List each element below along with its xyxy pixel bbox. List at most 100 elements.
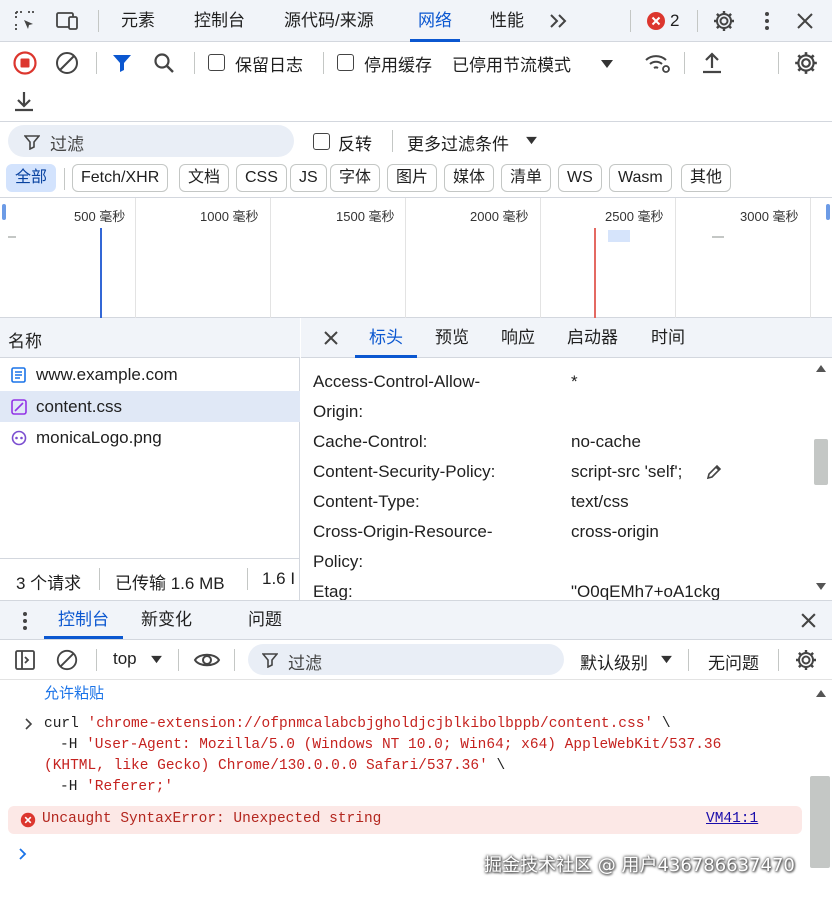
export-har-icon[interactable]: [12, 88, 36, 119]
timeline-gridline: [810, 198, 811, 318]
close-devtools-icon[interactable]: [792, 8, 818, 34]
scroll-up-icon[interactable]: [816, 365, 826, 372]
scrollbar-thumb[interactable]: [814, 439, 828, 485]
error-count[interactable]: 2: [670, 0, 679, 42]
network-conditions-icon[interactable]: [644, 51, 672, 80]
tab-response[interactable]: 响应: [501, 318, 535, 358]
dropdown-arrow-icon[interactable]: [150, 655, 163, 664]
tab-console[interactable]: 控制台: [194, 0, 245, 42]
type-filter-media[interactable]: 媒体: [444, 164, 495, 192]
scrollbar-thumb[interactable]: [810, 776, 830, 868]
console-filter-input[interactable]: 过滤: [248, 644, 564, 675]
tab-headers[interactable]: 标头: [355, 318, 417, 358]
stop-recording-icon[interactable]: [12, 50, 38, 81]
scroll-up-icon[interactable]: [816, 690, 826, 697]
error-source-link[interactable]: VM41:1: [706, 811, 758, 827]
timeline-gridline: [270, 198, 271, 318]
resource-size: 1.6 I: [262, 569, 296, 588]
more-options-icon[interactable]: [754, 8, 780, 34]
console-filter-placeholder: 过滤: [288, 654, 322, 673]
timeline-left-handle[interactable]: [2, 204, 6, 220]
search-icon[interactable]: [152, 51, 176, 80]
request-row[interactable]: monicaLogo.png: [0, 422, 300, 453]
name-column-header[interactable]: 名称: [8, 327, 42, 352]
dropdown-arrow-icon[interactable]: [525, 136, 538, 145]
network-timeline-overview[interactable]: 500 毫秒 1000 毫秒 1500 毫秒 2000 毫秒 2500 毫秒 3…: [0, 198, 832, 318]
type-filter-img[interactable]: 图片: [387, 164, 438, 192]
edit-pencil-icon[interactable]: [705, 463, 723, 481]
device-toolbar-icon[interactable]: [54, 8, 80, 34]
divider: [323, 52, 324, 74]
tab-timing[interactable]: 时间: [651, 318, 685, 358]
clear-console-icon[interactable]: [55, 648, 79, 672]
console-settings-icon[interactable]: [794, 648, 818, 672]
details-scrollbar[interactable]: [808, 359, 832, 600]
watermark-text: 掘金技术社区 @ 用户436786637470: [484, 855, 795, 876]
header-value: text/css: [571, 492, 629, 511]
issues-counter[interactable]: 无问题: [708, 649, 759, 674]
timeline-right-handle[interactable]: [826, 204, 830, 220]
type-filter-doc[interactable]: 文档: [179, 164, 230, 192]
divider: [688, 649, 689, 671]
more-tabs-icon[interactable]: [546, 8, 572, 34]
console-output: 允许粘贴 curl 'chrome-extension://ofpnmcalab…: [0, 680, 832, 898]
header-key: Policy:: [313, 552, 364, 571]
log-level-dropdown[interactable]: 默认级别: [580, 649, 648, 674]
close-drawer-icon[interactable]: [800, 612, 817, 629]
divider: [392, 130, 393, 152]
console-scrollbar[interactable]: [808, 680, 832, 898]
expand-chevron-icon[interactable]: [24, 718, 34, 730]
tab-elements[interactable]: 元素: [121, 0, 155, 42]
request-row[interactable]: www.example.com: [0, 359, 300, 390]
type-filter-ws[interactable]: WS: [558, 164, 602, 192]
invert-checkbox[interactable]: [313, 133, 330, 150]
request-row-selected[interactable]: content.css: [0, 391, 300, 422]
type-filter-js[interactable]: JS: [290, 164, 327, 192]
filter-input[interactable]: 过滤: [8, 125, 294, 157]
type-filter-fetch-xhr[interactable]: Fetch/XHR: [72, 164, 169, 192]
close-details-icon[interactable]: [323, 330, 339, 346]
type-filter-css[interactable]: CSS: [236, 164, 287, 192]
drawer-tab-issues[interactable]: 问题: [248, 601, 282, 639]
dropdown-arrow-icon[interactable]: [600, 56, 614, 74]
settings-gear-icon[interactable]: [711, 8, 737, 34]
request-name: content.css: [36, 397, 122, 416]
dropdown-arrow-icon[interactable]: [660, 655, 673, 664]
console-log-line: -H 'User-Agent: Mozilla/5.0 (Windows NT …: [60, 737, 721, 753]
type-filter-wasm[interactable]: Wasm: [609, 164, 672, 192]
disable-cache-checkbox[interactable]: [337, 54, 354, 71]
type-filter-all[interactable]: 全部: [6, 164, 57, 192]
filter-funnel-icon: [262, 653, 278, 668]
scroll-down-icon[interactable]: [816, 583, 826, 590]
context-selector[interactable]: top: [113, 649, 137, 669]
live-expression-eye-icon[interactable]: [193, 650, 221, 670]
error-icon[interactable]: [643, 8, 669, 34]
tab-initiator[interactable]: 启动器: [567, 318, 618, 358]
line-continuation: \: [661, 716, 671, 732]
inspect-element-icon[interactable]: [12, 8, 38, 34]
throttling-select[interactable]: 已停用节流模式: [452, 51, 571, 76]
preserve-log-checkbox[interactable]: [208, 54, 225, 71]
type-filter-font[interactable]: 字体: [330, 164, 381, 192]
divider: [247, 568, 248, 590]
user-agent-string-cont: (KHTML, like Gecko) Chrome/130.0.0.0 Saf…: [44, 758, 488, 774]
tab-sources[interactable]: 源代码/来源: [284, 0, 374, 42]
type-filter-other[interactable]: 其他: [681, 164, 732, 192]
tab-preview[interactable]: 预览: [435, 318, 469, 358]
sidebar-toggle-icon[interactable]: [14, 649, 36, 671]
type-filter-manifest[interactable]: 清单: [501, 164, 552, 192]
request-list-header: 名称: [0, 318, 300, 358]
tab-network[interactable]: 网络: [410, 0, 460, 42]
line-continuation: \: [496, 758, 506, 774]
drawer-tab-whats-new[interactable]: 新变化: [141, 601, 192, 639]
import-har-icon[interactable]: [700, 50, 724, 81]
network-toolbar: 保留日志 停用缓存 已停用节流模式: [0, 42, 832, 122]
tab-performance[interactable]: 性能: [490, 0, 524, 42]
network-settings-icon[interactable]: [793, 50, 819, 81]
drawer-tab-console[interactable]: 控制台: [44, 601, 123, 639]
drawer-menu-icon[interactable]: [22, 611, 28, 631]
filter-funnel-icon[interactable]: [111, 52, 133, 79]
error-icon: [20, 812, 36, 828]
clear-icon[interactable]: [54, 50, 80, 81]
more-filters-dropdown[interactable]: 更多过滤条件: [407, 130, 509, 155]
